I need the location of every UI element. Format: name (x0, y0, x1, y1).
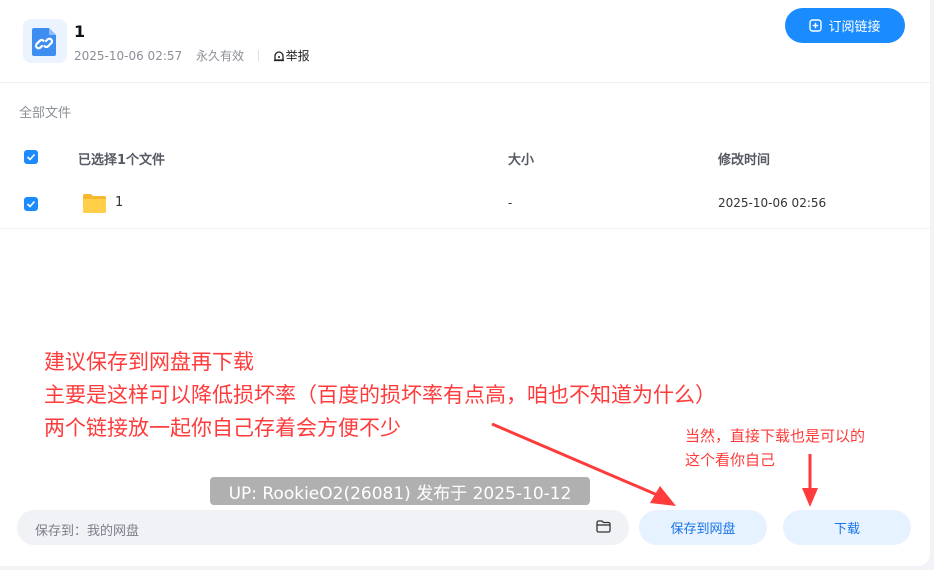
save-to-disk-button[interactable]: 保存到网盘 (639, 510, 767, 545)
check-icon (26, 153, 36, 161)
share-link-icon (23, 19, 67, 63)
meta-divider (257, 50, 259, 61)
subscribe-link-button[interactable]: 订阅链接 (785, 8, 905, 43)
share-header: 1 2025-10-06 02:57 永久有效 举报 订阅链接 (0, 0, 930, 83)
save-location-selector[interactable]: 保存到：我的网盘 (17, 510, 629, 545)
share-title: 1 (74, 22, 86, 41)
subscribe-label: 订阅链接 (828, 20, 881, 35)
file-name[interactable]: 1 (115, 195, 123, 210)
uploader-watermark: UP: RookieO2(26081) 发布于 2025-10-12 (210, 477, 590, 505)
file-size: - (508, 196, 513, 210)
header-selected-count: 已选择1个文件 (78, 153, 166, 168)
annotation-line-3: 两个链接放一起你自己存着会方便不少 (44, 416, 401, 440)
arrow-to-save-head (650, 486, 676, 506)
annotation-line-1: 建议保存到网盘再下载 (44, 350, 254, 374)
report-link[interactable]: 举报 (273, 49, 310, 63)
save-location-label: 保存到：我的网盘 (35, 524, 140, 539)
annotation-line-2: 主要是这样可以降低损坏率（百度的损坏率有点高，咱也不知道为什么） (44, 383, 716, 407)
table-row[interactable]: 1 - 2025-10-06 02:56 (0, 180, 930, 229)
side-annotation-line-2: 这个看你自己 (685, 451, 776, 469)
download-button[interactable]: 下载 (783, 510, 911, 545)
share-meta: 2025-10-06 02:57 永久有效 举报 (74, 47, 310, 64)
folder-icon (83, 194, 106, 213)
header-size: 大小 (508, 153, 535, 168)
arrow-to-download-head (802, 488, 818, 507)
share-date: 2025-10-06 02:57 (74, 49, 183, 63)
share-card: 1 2025-10-06 02:57 永久有效 举报 订阅链接 全部文件 已选择… (0, 0, 930, 566)
report-label: 举报 (285, 49, 310, 63)
row-checkbox[interactable] (24, 197, 38, 211)
share-validity: 永久有效 (195, 49, 244, 63)
check-icon (26, 200, 36, 208)
alarm-icon (273, 51, 284, 62)
header-modified: 修改时间 (718, 153, 771, 168)
side-annotation-line-1: 当然，直接下载也是可以的 (685, 427, 866, 445)
file-modified: 2025-10-06 02:56 (718, 196, 827, 210)
select-all-checkbox[interactable] (24, 150, 38, 164)
breadcrumb-all-files[interactable]: 全部文件 (19, 102, 71, 121)
plus-square-icon (809, 19, 823, 32)
folder-outline-icon[interactable] (596, 520, 611, 533)
